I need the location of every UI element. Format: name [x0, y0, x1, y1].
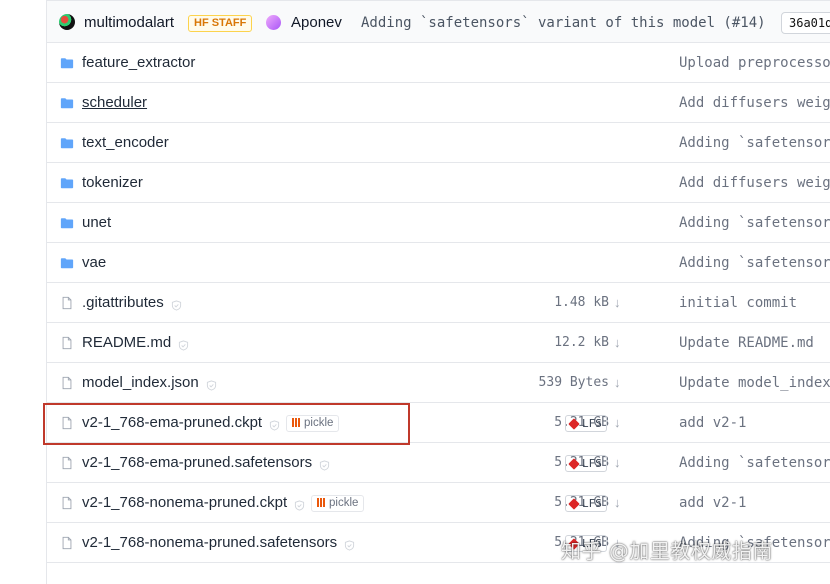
last-commit-message[interactable]: Upload preprocesso: [679, 55, 830, 71]
folder-row[interactable]: tokenizer Add diffusers weig: [47, 163, 830, 203]
commit-coauthor[interactable]: Aponev: [291, 14, 342, 31]
file-row[interactable]: v2-1_768-ema-pruned.safetensors 5.21 GB LF…: [47, 443, 830, 483]
download-icon[interactable]: ↓: [614, 335, 621, 350]
pickle-icon: [317, 498, 326, 507]
folder-link[interactable]: unet: [82, 214, 111, 231]
file-link[interactable]: v2-1_768-nonema-pruned.ckpt: [82, 494, 287, 511]
lfs-badge: LFS: [565, 455, 607, 472]
folder-row[interactable]: scheduler Add diffusers weig: [47, 83, 830, 123]
last-commit-message[interactable]: Add diffusers weig: [679, 175, 830, 191]
file-icon: [60, 376, 74, 390]
folder-icon: [60, 176, 74, 190]
commit-message[interactable]: Adding `safetensors` variant of this mod…: [361, 15, 766, 31]
author-avatar[interactable]: [59, 14, 75, 30]
folder-row[interactable]: unet Adding `safetensor: [47, 203, 830, 243]
folder-icon: [60, 136, 74, 150]
file-list-panel: multimodalart HF STAFF Aponev Adding `sa…: [46, 0, 830, 584]
folder-link[interactable]: text_encoder: [82, 134, 169, 151]
folder-icon: [60, 256, 74, 270]
security-check-icon[interactable]: [206, 378, 217, 391]
folder-icon: [60, 56, 74, 70]
folder-link[interactable]: tokenizer: [82, 174, 143, 191]
lfs-badge: LFS: [565, 415, 607, 432]
staff-badge: HF STAFF: [188, 15, 253, 32]
file-icon: [60, 456, 74, 470]
lfs-icon: [568, 417, 580, 430]
folder-link[interactable]: vae: [82, 254, 106, 271]
security-check-icon[interactable]: [171, 298, 182, 311]
file-link[interactable]: .gitattributes: [82, 294, 164, 311]
download-icon[interactable]: ↓: [614, 455, 621, 470]
last-commit-message[interactable]: Adding `safetensor: [679, 215, 830, 231]
coauthor-avatar[interactable]: [266, 15, 281, 30]
file-icon: [60, 296, 74, 310]
last-commit-message[interactable]: Update model_index: [679, 375, 830, 391]
file-link[interactable]: model_index.json: [82, 374, 199, 391]
last-commit-message[interactable]: add v2-1: [679, 415, 746, 431]
security-check-icon[interactable]: [178, 338, 189, 351]
file-row[interactable]: README.md 12.2 kB ↓ Update README.md: [47, 323, 830, 363]
last-commit-message[interactable]: Add diffusers weig: [679, 95, 830, 111]
file-row[interactable]: v2-1_768-nonema-pruned.ckpt pickle 5.21 GB…: [47, 483, 830, 523]
file-link[interactable]: v2-1_768-ema-pruned.safetensors: [82, 454, 312, 471]
commit-hash-button[interactable]: 36a01d: [781, 12, 830, 34]
file-size: 12.2 kB: [554, 335, 609, 350]
security-check-icon[interactable]: [319, 458, 330, 471]
folder-link[interactable]: scheduler: [82, 94, 147, 111]
security-check-icon[interactable]: [344, 538, 355, 551]
folder-icon: [60, 216, 74, 230]
file-icon: [60, 536, 74, 550]
highlight-box: [43, 403, 410, 445]
folder-link[interactable]: feature_extractor: [82, 54, 195, 71]
folder-row[interactable]: vae Adding `safetensor: [47, 243, 830, 283]
file-size: 539 Bytes: [538, 375, 609, 390]
lfs-label: LFS: [582, 457, 602, 470]
security-check-icon[interactable]: [294, 498, 305, 511]
last-commit-message[interactable]: Adding `safetensor: [679, 455, 830, 471]
last-commit-message[interactable]: Adding `safetensor: [679, 255, 830, 271]
lfs-label: LFS: [582, 497, 602, 510]
last-commit-bar: multimodalart HF STAFF Aponev Adding `sa…: [47, 0, 830, 43]
pickle-label: pickle: [329, 497, 359, 509]
last-commit-message[interactable]: Update README.md: [679, 335, 814, 351]
download-icon[interactable]: ↓: [614, 295, 621, 310]
lfs-icon: [568, 457, 580, 470]
lfs-label: LFS: [582, 417, 602, 430]
lfs-icon: [568, 497, 580, 510]
file-icon: [60, 496, 74, 510]
file-icon: [60, 336, 74, 350]
folder-icon: [60, 96, 74, 110]
file-row[interactable]: model_index.json 539 Bytes ↓ Update model_i…: [47, 363, 830, 403]
download-icon[interactable]: ↓: [614, 375, 621, 390]
file-link[interactable]: v2-1_768-nonema-pruned.safetensors: [82, 534, 337, 551]
file-row[interactable]: .gitattributes 1.48 kB ↓ initial commit: [47, 283, 830, 323]
last-commit-message[interactable]: initial commit: [679, 295, 797, 311]
pickle-badge[interactable]: pickle: [311, 495, 365, 512]
download-icon[interactable]: ↓: [614, 495, 621, 510]
last-commit-message[interactable]: Adding `safetensor: [679, 135, 830, 151]
file-link[interactable]: README.md: [82, 334, 171, 351]
watermark: 知乎 @加里教权威指南: [561, 539, 773, 563]
file-size: 1.48 kB: [554, 295, 609, 310]
lfs-badge: LFS: [565, 495, 607, 512]
commit-author[interactable]: multimodalart: [84, 14, 174, 31]
folder-row[interactable]: text_encoder Adding `safetensor: [47, 123, 830, 163]
folder-row[interactable]: feature_extractor Upload preprocesso: [47, 43, 830, 83]
download-icon[interactable]: ↓: [614, 415, 621, 430]
last-commit-message[interactable]: add v2-1: [679, 495, 746, 511]
